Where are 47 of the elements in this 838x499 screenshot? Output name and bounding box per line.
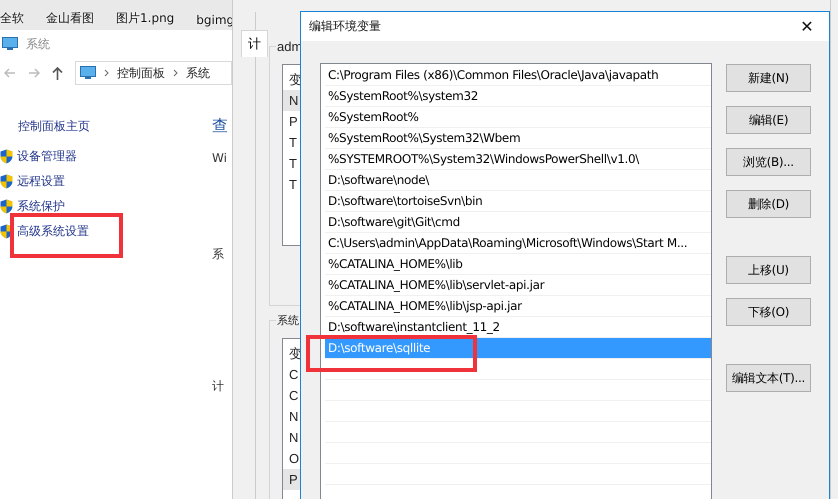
table-cell-text: T <box>288 155 298 173</box>
desktop-icon-label[interactable]: 全软 <box>0 10 24 27</box>
table-cell-text: T <box>288 134 298 152</box>
breadcrumb-item[interactable]: 控制面板 <box>117 64 165 82</box>
shield-icon <box>0 224 13 239</box>
sidebar-link[interactable]: 设备管理器 <box>17 148 77 165</box>
back-arrow-icon[interactable] <box>4 68 16 78</box>
chevron-icon <box>104 69 109 77</box>
chevron-icon <box>173 69 178 77</box>
tab[interactable]: 计 <box>241 30 268 57</box>
page-link[interactable]: 查 <box>212 116 228 137</box>
shield-icon <box>0 174 13 189</box>
computer-icon <box>2 37 18 51</box>
dialog-button[interactable]: 编辑文本(T)... <box>726 364 811 392</box>
section-label: 计 <box>212 378 224 395</box>
section-label: 系 <box>212 246 224 263</box>
group-label: 系统 <box>276 313 300 328</box>
desktop-icon-label[interactable]: 金山看图 <box>46 10 94 27</box>
dialog-button[interactable]: 删除(D) <box>726 190 811 218</box>
breadcrumb-item[interactable]: 系统 <box>186 64 210 82</box>
sidebar-link[interactable]: 系统保护 <box>17 198 65 215</box>
table-cell-text: N <box>288 408 300 426</box>
desktop-icon-label[interactable]: 图片1.png <box>116 10 174 27</box>
table-cell-text: C <box>288 366 300 384</box>
address-bar[interactable]: 控制面板 系统 <box>75 61 232 85</box>
window-title: 系统 <box>26 36 50 52</box>
close-button[interactable]: ✕ <box>785 12 829 41</box>
sidebar-link[interactable]: 高级系统设置 <box>17 223 89 240</box>
section-label: Wi <box>212 151 227 165</box>
forward-arrow-icon[interactable] <box>28 68 40 78</box>
table-cell-text: C <box>288 387 300 405</box>
dialog-button[interactable]: 编辑(E) <box>726 106 811 134</box>
dialog-title: 编辑环境变量 <box>309 18 381 35</box>
dialog-button[interactable]: 浏览(B)... <box>726 148 811 176</box>
computer-icon <box>80 66 96 80</box>
dialog-button[interactable]: 新建(N) <box>726 64 811 92</box>
sidebar-link[interactable]: 远程设置 <box>17 173 65 190</box>
sidebar-link[interactable]: 控制面板主页 <box>18 118 90 134</box>
shield-icon <box>0 149 13 164</box>
table-cell-text: T <box>288 176 298 194</box>
table-cell-text: N <box>288 429 300 447</box>
dialog-button[interactable]: 下移(O) <box>726 298 811 326</box>
table-cell-text: O <box>288 450 300 468</box>
up-arrow-icon[interactable] <box>52 66 63 80</box>
dialog-button[interactable]: 上移(U) <box>726 256 811 284</box>
table-cell-text: P <box>288 113 299 131</box>
shield-icon <box>0 199 13 214</box>
